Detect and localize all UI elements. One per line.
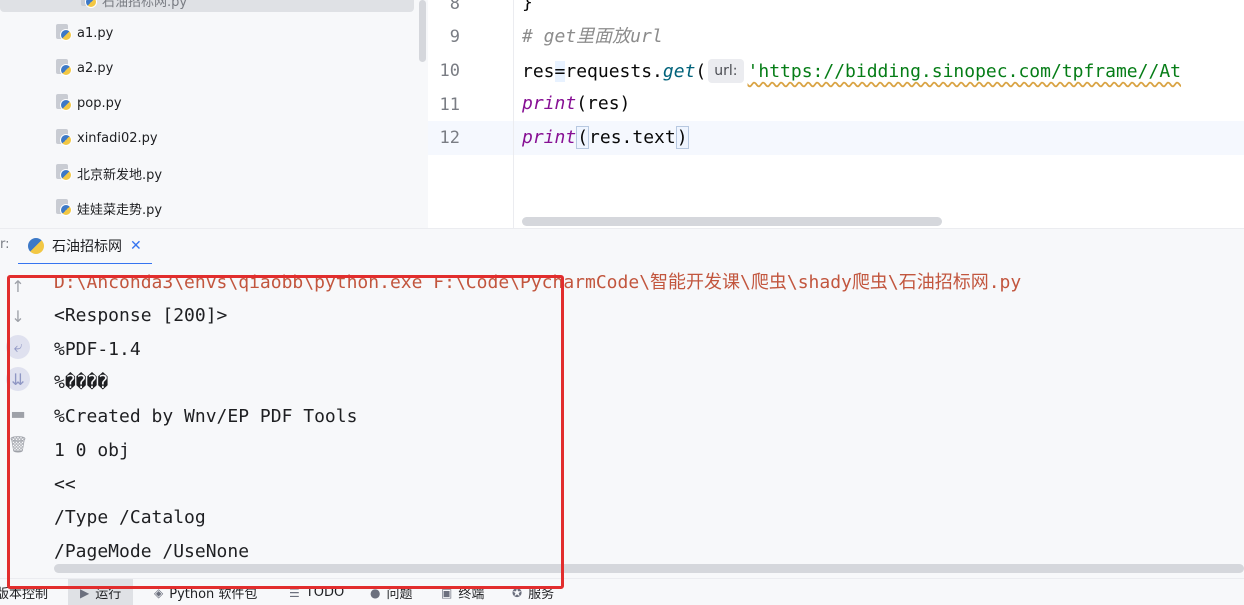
parameter-hint: url: (708, 59, 744, 83)
line-number: 10 (439, 61, 460, 81)
bracket-match: ) (675, 126, 689, 149)
python-file-icon (55, 199, 73, 217)
code-token: } (522, 0, 533, 13)
close-icon[interactable]: ✕ (130, 238, 142, 254)
code-line-12: print(res.text) (522, 126, 689, 149)
code-builtin: print (522, 127, 577, 148)
code-line-11: print(res) (522, 93, 630, 115)
code-line-9: # get里面放url (522, 26, 663, 48)
code-builtin: print (522, 93, 577, 114)
tree-item-label: 北京新发地.py (77, 167, 163, 183)
run-tool-window-header: r: 石油招标网 ✕ (0, 228, 1244, 265)
code-comment: # get里面放url (522, 26, 663, 47)
line-number-gutter: 8 9 10 11 12 (428, 0, 512, 228)
python-file-icon (55, 24, 73, 42)
python-icon (28, 238, 44, 254)
tree-item-label: 石油招标网.py (102, 0, 188, 10)
code-token: = (554, 61, 566, 82)
code-editor[interactable]: 8 9 10 11 12 } # get里面放url res=requests.… (428, 0, 1244, 228)
code-token: res.text (589, 127, 676, 148)
tree-item-label: a1.py (77, 25, 114, 41)
tree-item-label: a2.py (77, 60, 114, 76)
python-file-icon (80, 0, 98, 9)
code-function: get (662, 61, 696, 82)
highlight-box (7, 275, 564, 589)
tree-item-pop[interactable]: pop.py (55, 91, 122, 115)
editor-horizontal-scrollbar[interactable] (522, 217, 942, 226)
project-tree: 石油招标网.py a1.py a2.py pop.py xinfadi02.py… (0, 0, 428, 228)
run-panel-prefix: r: (0, 237, 10, 252)
line-number: 9 (449, 27, 460, 47)
tree-item-label: 娃娃菜走势.py (77, 202, 163, 218)
run-tab[interactable]: 石油招标网 ✕ (18, 229, 152, 265)
code-token: res (522, 61, 555, 82)
code-string: 'https://bidding.sinopec.com/tpframe//At (747, 61, 1181, 82)
line-number: 8 (449, 0, 460, 14)
fold-guide (513, 0, 514, 228)
python-file-icon (55, 94, 73, 112)
code-line-10: res=requests.get(url:'https://bidding.si… (522, 59, 1181, 83)
tree-item-selected-file[interactable]: 石油招标网.py (0, 0, 414, 12)
tree-item-label: xinfadi02.py (77, 130, 158, 146)
code-token: (res) (576, 93, 631, 114)
tree-item-beijing-xinfadi[interactable]: 北京新发地.py (55, 161, 162, 185)
tree-item-a1[interactable]: a1.py (55, 21, 113, 45)
tree-item-a2[interactable]: a2.py (55, 56, 113, 80)
bracket-match: ( (576, 126, 590, 149)
run-tab-label: 石油招标网 (52, 239, 122, 255)
code-token: ( (695, 61, 707, 82)
tree-item-xinfadi02[interactable]: xinfadi02.py (55, 126, 158, 150)
tree-item-label: pop.py (77, 95, 122, 111)
tree-item-wawacai[interactable]: 娃娃菜走势.py (55, 196, 162, 220)
python-file-icon (55, 164, 73, 182)
code-line-8: } (522, 0, 533, 14)
line-number: 12 (439, 128, 460, 148)
code-token: requests. (565, 61, 663, 82)
python-file-icon (55, 129, 73, 147)
python-file-icon (55, 59, 73, 77)
line-number: 11 (439, 95, 460, 115)
tree-scrollbar[interactable] (419, 0, 426, 62)
